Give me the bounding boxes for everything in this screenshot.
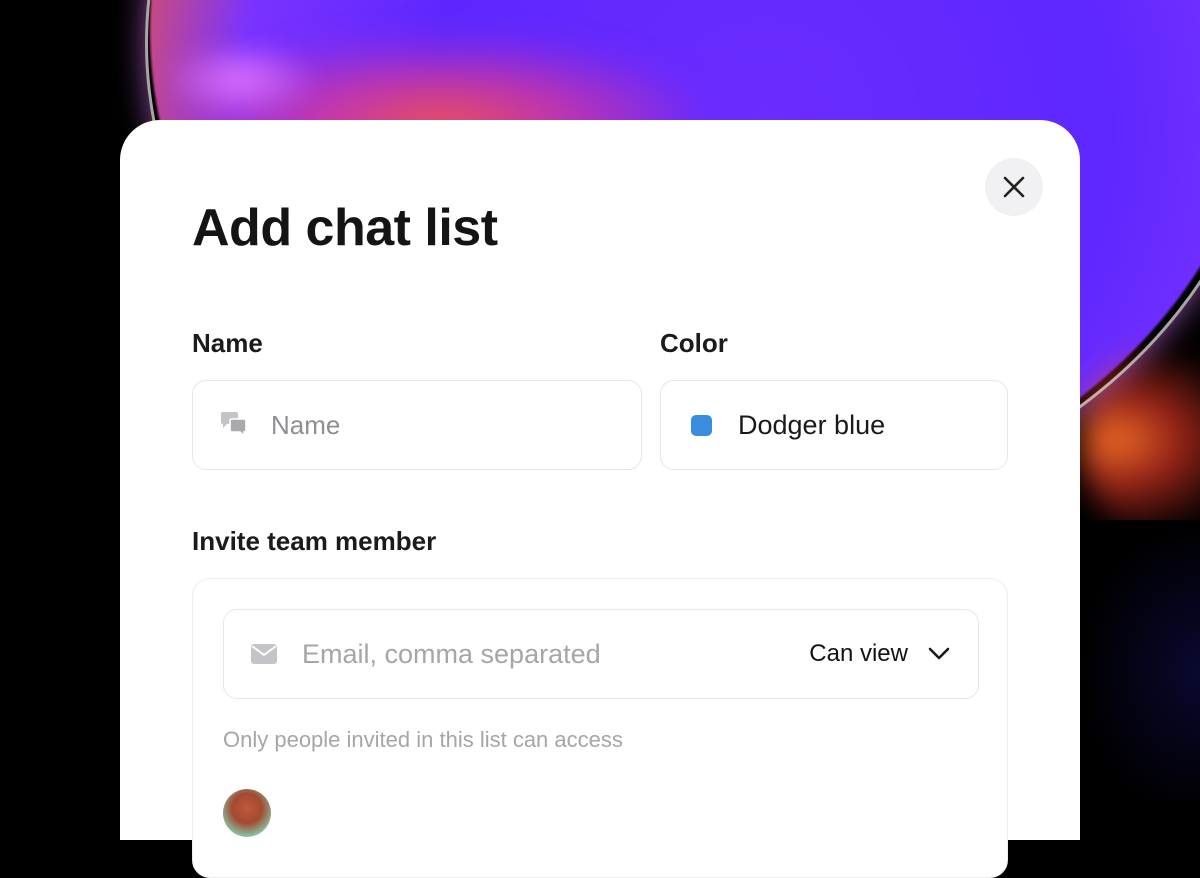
backdrop-shadow	[1080, 520, 1200, 800]
close-icon	[1003, 176, 1025, 198]
close-button[interactable]	[985, 158, 1043, 216]
invite-label: Invite team member	[192, 526, 437, 556]
envelope-icon	[251, 644, 277, 664]
color-label: Color	[660, 328, 728, 358]
chevron-down-icon	[928, 647, 950, 660]
email-field[interactable]: Can view	[223, 609, 979, 699]
permission-value: Can view	[809, 640, 908, 667]
name-label: Name	[192, 328, 263, 358]
access-hint: Only people invited in this list can acc…	[223, 727, 623, 752]
avatar	[223, 789, 271, 837]
color-value: Dodger blue	[738, 409, 886, 440]
dialog-title: Add chat list	[192, 199, 498, 257]
color-select[interactable]: Dodger blue	[660, 380, 1008, 470]
name-field[interactable]	[192, 380, 642, 470]
chat-bubbles-icon	[221, 412, 247, 438]
name-input[interactable]	[269, 408, 613, 442]
permission-dropdown[interactable]: Can view	[809, 610, 950, 698]
email-input[interactable]	[300, 637, 774, 671]
add-chat-list-dialog: Add chat list Name Color Dodger blue Inv…	[120, 120, 1080, 878]
invite-panel: Can view Only people invited in this lis…	[192, 578, 1008, 878]
color-swatch	[691, 414, 712, 436]
